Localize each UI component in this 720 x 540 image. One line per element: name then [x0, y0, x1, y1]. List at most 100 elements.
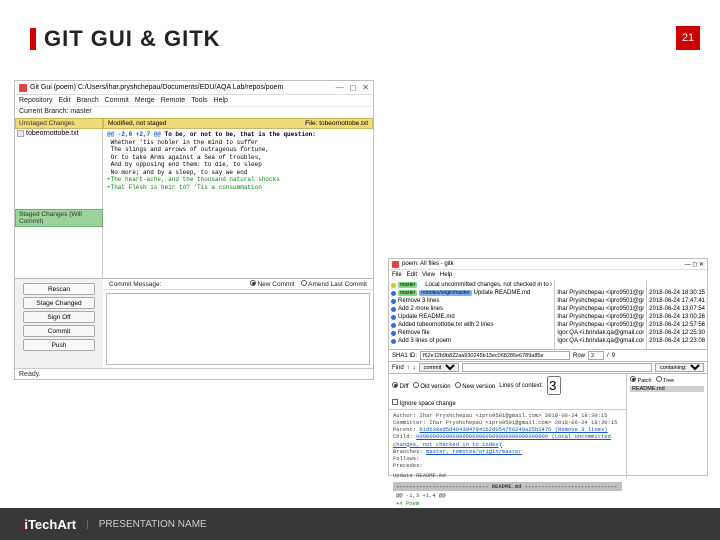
- commit-row[interactable]: Add 3 lines of poem: [391, 337, 552, 345]
- find-next-icon[interactable]: ↓: [413, 365, 416, 371]
- minimize-icon[interactable]: —: [685, 262, 691, 268]
- amend-radio[interactable]: [301, 280, 307, 286]
- commit-row[interactable]: Add 2 more lines: [391, 305, 552, 313]
- menu-help[interactable]: Help: [214, 97, 228, 104]
- detail-branch-link[interactable]: master, remotes/origin/master: [426, 448, 522, 455]
- find-input[interactable]: [462, 363, 652, 372]
- unstaged-header: Unstaged Changes: [15, 118, 103, 129]
- diff-radio[interactable]: [392, 382, 398, 388]
- date-cell: 2018-06-24 12:57:56: [649, 321, 705, 329]
- commit-dot-icon: [391, 307, 396, 312]
- diff-line: Whether 'tis nobler in the mind to suffe…: [107, 139, 258, 146]
- lines-context-input[interactable]: [547, 376, 561, 395]
- file-list-panel: Patch Tree README.md: [627, 374, 707, 478]
- commit-dot-icon: [391, 283, 396, 288]
- commit-button[interactable]: Commit: [23, 325, 95, 337]
- author-cell: Ihar Pryshchepau <ipro9501@gmail…: [557, 305, 644, 313]
- gitk-title-bar[interactable]: poem: All files - gitk — ◻ ✕: [389, 259, 707, 270]
- menu-repository[interactable]: Repository: [19, 97, 52, 104]
- author-cell: Igor QA <i.brindak.qa@gmail.com>: [557, 329, 644, 337]
- commit-row[interactable]: masterLocal uncommitted changes, not che…: [391, 281, 552, 289]
- diff-file-header: ---------------------------- README.md -…: [393, 482, 622, 491]
- commit-row[interactable]: Remove file: [391, 329, 552, 337]
- close-icon[interactable]: ✕: [362, 83, 369, 92]
- date-cell: 2018-06-24 12:23:08: [649, 337, 705, 345]
- menu-remote[interactable]: Remote: [161, 97, 186, 104]
- commit-message-label: Commit Message:: [109, 281, 161, 288]
- detail-child-link[interactable]: 0000000000000000000000000000000000000000…: [393, 433, 611, 447]
- commit-msg: Update README.md: [398, 314, 455, 320]
- author-cell: Ihar Pryshchepau <ipro9501@gmail…: [557, 313, 644, 321]
- gitk-date-column: 2018-06-24 18:30:15 2018-06-24 17:47:41 …: [647, 280, 707, 349]
- date-cell: 2018-06-24 12:25:30: [649, 329, 705, 337]
- diff-view[interactable]: @@ -2,6 +2,7 @@ To be, or not to be, tha…: [103, 129, 373, 278]
- footer-text: PRESENTATION NAME: [99, 519, 207, 530]
- close-icon[interactable]: ✕: [699, 262, 704, 268]
- menu-commit[interactable]: Commit: [105, 97, 129, 104]
- diff-line: And by opposing end them: to die, to sle…: [107, 161, 262, 168]
- ignore-space-label: Ignore space change: [400, 401, 456, 407]
- gitgui-window-title: Git Gui (poem) C:/Users/ihar.pryshchepau…: [30, 84, 283, 91]
- tree-radio[interactable]: [656, 376, 662, 382]
- menu-help[interactable]: Help: [440, 272, 452, 278]
- page-number-badge: 21: [676, 26, 700, 50]
- gitk-app-icon: [392, 261, 399, 268]
- commit-msg: Added tobeornottobe.txt with 2 lines: [398, 322, 493, 328]
- staged-list[interactable]: [15, 227, 103, 278]
- patch-radio-label: Patch: [638, 378, 652, 384]
- commit-dot-icon: [391, 323, 396, 328]
- menu-tools[interactable]: Tools: [191, 97, 207, 104]
- push-button[interactable]: Push: [23, 339, 95, 351]
- stage-changed-button[interactable]: Stage Changed: [23, 297, 95, 309]
- commit-row[interactable]: Added tobeornottobe.txt with 2 lines: [391, 321, 552, 329]
- commit-dot-icon: [391, 331, 396, 336]
- diff-line-added: +The heart-ache, and the thousand natura…: [107, 176, 280, 183]
- old-radio[interactable]: [413, 382, 419, 388]
- menu-merge[interactable]: Merge: [135, 97, 155, 104]
- diff-line: Or to take Arms against a Sea of trouble…: [107, 154, 262, 161]
- new-radio[interactable]: [455, 382, 461, 388]
- ignore-space-checkbox[interactable]: [392, 399, 398, 405]
- sha-label: SHA1 ID:: [392, 353, 417, 359]
- sign-off-button[interactable]: Sign Off: [23, 311, 95, 323]
- gitgui-title-bar[interactable]: Git Gui (poem) C:/Users/ihar.pryshchepau…: [15, 81, 373, 95]
- menu-view[interactable]: View: [422, 272, 435, 278]
- date-cell: 2018-06-24 13:00:26: [649, 313, 705, 321]
- diff-line: To be, or not to be, that is the questio…: [165, 131, 316, 138]
- unstaged-file-row[interactable]: tobeornottobe.txt: [17, 130, 100, 137]
- commit-message-input[interactable]: [106, 293, 370, 365]
- detail-precedes: Precedes:: [393, 462, 423, 469]
- find-scope-select[interactable]: commit: [419, 363, 459, 372]
- find-type-select[interactable]: containing:: [655, 363, 704, 372]
- new-commit-radio[interactable]: [250, 280, 256, 286]
- menu-branch[interactable]: Branch: [77, 97, 99, 104]
- gitk-graph-column[interactable]: masterLocal uncommitted changes, not che…: [389, 280, 555, 349]
- menu-edit[interactable]: Edit: [58, 97, 70, 104]
- unstaged-list[interactable]: tobeornottobe.txt: [15, 129, 103, 209]
- rescan-button[interactable]: Rescan: [23, 283, 95, 295]
- gitgui-window: Git Gui (poem) C:/Users/ihar.pryshchepau…: [14, 80, 374, 380]
- detail-parent-link[interactable]: b1d639ad5d4943d47941b2d054756249a25b1475…: [419, 426, 607, 433]
- commit-row[interactable]: Remove 3 lines: [391, 297, 552, 305]
- staged-header: Staged Changes (Will Commit): [15, 209, 103, 227]
- patch-file[interactable]: README.md: [630, 386, 704, 392]
- patch-line-added: +# Poem: [396, 500, 619, 507]
- commit-row[interactable]: Update README.md: [391, 313, 552, 321]
- menu-file[interactable]: File: [392, 272, 402, 278]
- amend-label: Amend Last Commit: [308, 281, 367, 288]
- menu-edit[interactable]: Edit: [407, 272, 417, 278]
- ref-tag: master: [398, 290, 417, 296]
- commit-detail[interactable]: Author: Ihar Pryshchepau <ipro9501@gmail…: [389, 410, 626, 517]
- ref-tag: master: [398, 282, 417, 288]
- maximize-icon[interactable]: ◻: [692, 262, 697, 268]
- minimize-icon[interactable]: —: [336, 83, 344, 92]
- commit-dot-icon: [391, 299, 396, 304]
- maximize-icon[interactable]: ◻: [350, 83, 357, 92]
- row-input[interactable]: [588, 351, 604, 360]
- find-prev-icon[interactable]: ↑: [407, 365, 410, 371]
- commit-buttons: Rescan Stage Changed Sign Off Commit Pus…: [15, 279, 103, 368]
- row-total: 9: [612, 353, 615, 359]
- patch-radio[interactable]: [630, 376, 636, 382]
- commit-row[interactable]: masterremotes/origin/masterUpdate README…: [391, 289, 552, 297]
- sha-input[interactable]: [420, 351, 570, 360]
